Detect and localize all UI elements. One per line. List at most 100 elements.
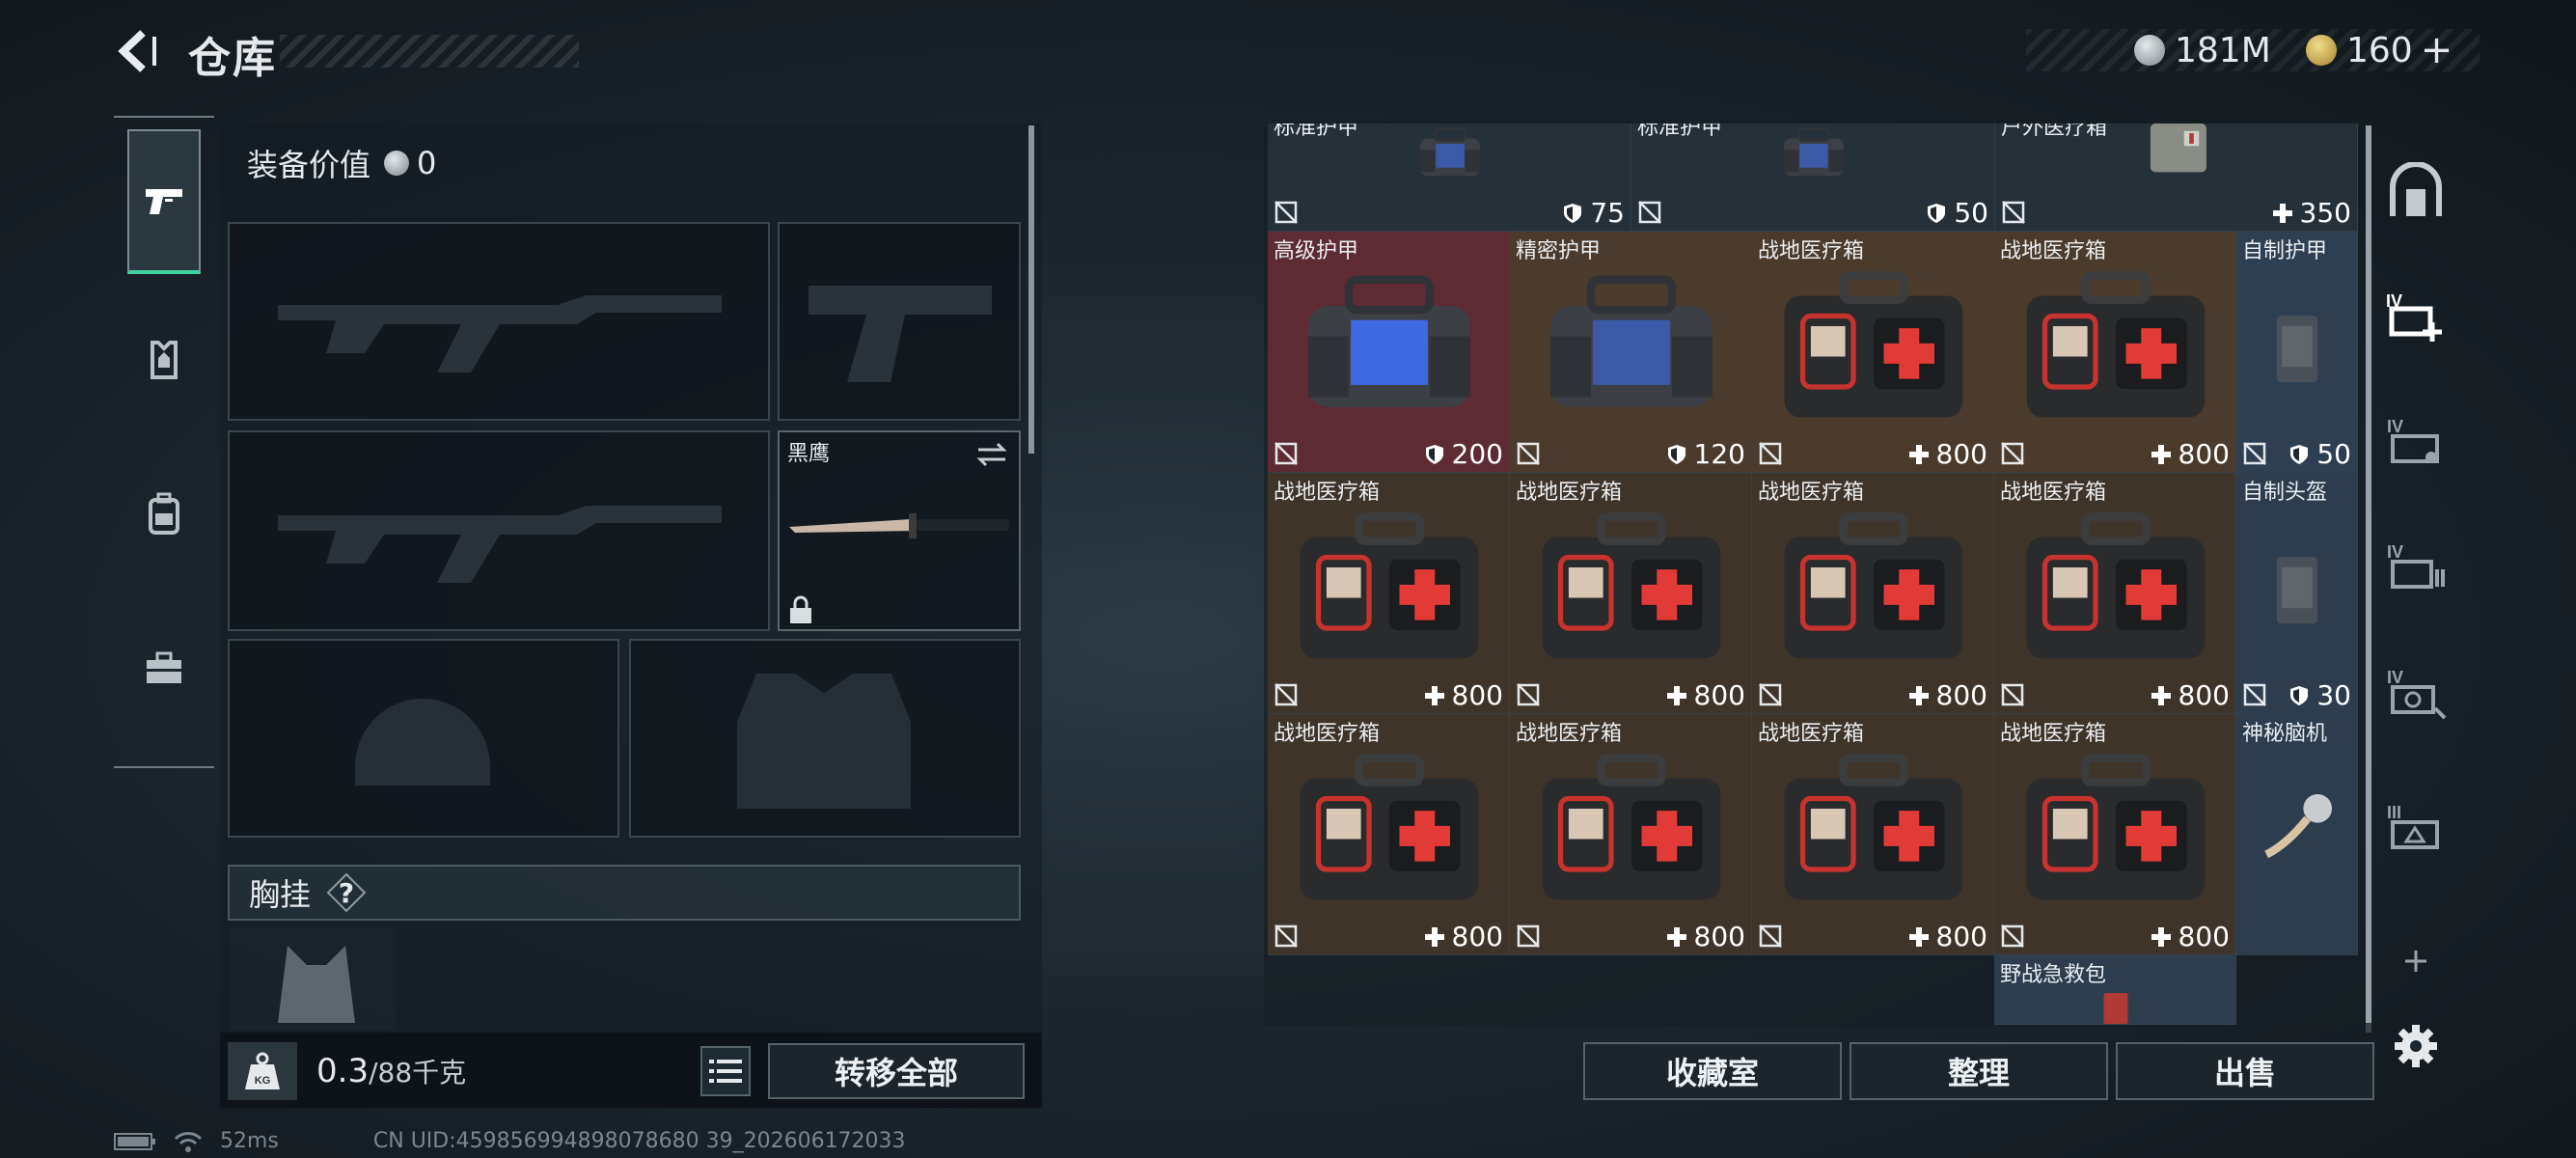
plus-icon	[1908, 685, 1929, 705]
item-name: 战地医疗箱	[1516, 481, 1623, 505]
gold-currency[interactable]: 160 +	[2306, 28, 2453, 72]
field-aid-bag-icon	[2103, 993, 2127, 1024]
first-aid-kit-icon	[2026, 512, 2205, 659]
plus-icon	[2151, 926, 2171, 947]
carry-weight-current: 0.3	[316, 1052, 370, 1090]
item-name: 野战急救包	[2000, 963, 2107, 987]
untradeable-icon	[2001, 683, 2024, 706]
shield-icon	[2290, 685, 2309, 705]
storage-item-cell[interactable]: 野战急救包	[1994, 955, 2236, 1025]
settings-button[interactable]	[2379, 1009, 2453, 1083]
plus-icon	[1424, 685, 1444, 705]
armor-slot[interactable]	[629, 639, 1021, 838]
sidearm-slot[interactable]	[778, 222, 1021, 421]
storage-item-cell[interactable]: 战地医疗箱 800	[1994, 473, 2236, 714]
helmet-slot[interactable]	[228, 639, 619, 838]
untradeable-icon	[2001, 442, 2024, 465]
storage-tab-tier-iv-2[interactable]: IV	[2379, 531, 2453, 604]
shield-icon	[1425, 444, 1443, 464]
storage-item-cell[interactable]: 神秘脑机	[2236, 714, 2358, 955]
rifle-silhouette-icon	[278, 295, 722, 372]
armor-silhouette-icon	[737, 674, 911, 809]
chest-rig-header: 胸挂 ?	[228, 865, 1021, 921]
lock-icon	[790, 595, 811, 623]
sort-button[interactable]: 整理	[1850, 1042, 2108, 1100]
item-stat: 30	[2288, 679, 2351, 711]
silver-currency[interactable]: 181M	[2134, 29, 2271, 71]
item-stat: 350	[2271, 197, 2351, 229]
battery-icon	[114, 1132, 155, 1150]
add-icon	[2405, 951, 2426, 972]
item-stat: 800	[1907, 921, 1987, 952]
sell-button[interactable]: 出售	[2116, 1042, 2374, 1100]
melee-slot[interactable]: 黑鹰	[778, 430, 1021, 631]
item-name: 神秘脑机	[2242, 722, 2328, 746]
page-title: 仓库	[188, 34, 277, 83]
shield-icon	[1564, 203, 1582, 223]
storage-tab-add[interactable]: IV	[2379, 280, 2453, 353]
primary-weapon-slot[interactable]	[228, 222, 770, 421]
tab-armor[interactable]	[127, 288, 201, 432]
storage-tab-tier-iv-1[interactable]: IV	[2379, 405, 2453, 479]
plus-icon	[2151, 685, 2171, 705]
tab-toolbox[interactable]	[127, 596, 201, 741]
storage-item-cell[interactable]: 自制护甲 50	[2236, 232, 2358, 473]
chest-rig-slot[interactable]	[230, 926, 396, 1031]
plus-icon	[1908, 444, 1929, 464]
storage-item-cell[interactable]: 战地医疗箱 800	[1510, 473, 1752, 714]
silver-coin-icon	[384, 151, 410, 176]
storage-item-cell[interactable]: 战地医疗箱 800	[1268, 714, 1510, 955]
storage-item-cell[interactable]: 战地医疗箱 800	[1752, 232, 1994, 473]
back-button[interactable]	[114, 27, 162, 75]
add-storage-tab-button[interactable]	[2379, 924, 2453, 998]
untradeable-icon	[1517, 683, 1540, 706]
secondary-weapon-slot[interactable]	[228, 430, 770, 631]
item-stat: 200	[1423, 438, 1503, 470]
list-view-button[interactable]	[700, 1046, 751, 1096]
plus-icon	[1666, 685, 1686, 705]
storage-item-cell[interactable]: 标准护甲 50	[1631, 124, 1995, 232]
outdoor-medkit-icon	[2150, 124, 2206, 173]
storage-item-cell[interactable]: 战地医疗箱 800	[1752, 473, 1994, 714]
storage-item-cell[interactable]: 自制头盔 30	[2236, 473, 2358, 714]
svg-text:IV: IV	[2387, 417, 2403, 436]
storage-item-cell[interactable]: 标准护甲 75	[1268, 124, 1631, 232]
add-gold-button[interactable]: +	[2421, 28, 2453, 72]
item-stat: 800	[1423, 679, 1503, 711]
item-stat: 120	[1665, 438, 1745, 470]
help-icon[interactable]: ?	[326, 872, 367, 913]
untradeable-icon	[1274, 683, 1298, 706]
storage-item-cell[interactable]: 户外医疗箱 350	[1995, 124, 2358, 232]
storage-item-cell[interactable]: 高级护甲 200	[1268, 232, 1510, 473]
item-name: 战地医疗箱	[1274, 722, 1381, 746]
storage-item-cell[interactable]: 战地医疗箱 800	[1510, 714, 1752, 955]
equipment-scrollbar[interactable]	[1028, 125, 1034, 454]
item-name: 战地医疗箱	[2000, 481, 2107, 505]
title-decoration	[280, 35, 579, 68]
silver-amount: 181M	[2175, 30, 2271, 70]
uid-text: CN UID:459856994898078680 39_20260617203…	[372, 1129, 906, 1153]
storage-item-cell[interactable]: 战地医疗箱 800	[1994, 232, 2236, 473]
vault-button[interactable]: 收藏室	[1583, 1042, 1842, 1100]
storage-item-cell[interactable]: 精密护甲 120	[1510, 232, 1752, 473]
transfer-all-button[interactable]: 转移全部	[768, 1043, 1025, 1099]
storage-item-cell[interactable]: 战地医疗箱 800	[1994, 714, 2236, 955]
item-stat: 800	[2150, 438, 2230, 470]
tab-weapons[interactable]	[127, 129, 201, 274]
svg-text:KG: KG	[255, 1075, 271, 1087]
equipment-tab-rail	[114, 116, 214, 768]
storage-item-cell[interactable]: 战地医疗箱 800	[1268, 473, 1510, 714]
untradeable-icon	[1274, 201, 1298, 224]
storage-item-cell[interactable]: 战地医疗箱 800	[1752, 714, 1994, 955]
storage-tab-tier-iv-3[interactable]: IV	[2379, 656, 2453, 730]
item-stat: 800	[2150, 921, 2230, 952]
gold-coin-icon	[2306, 35, 2337, 66]
storage-tab-tier-iii[interactable]: III	[2379, 791, 2453, 865]
untradeable-icon	[2243, 442, 2266, 465]
tab-backpack[interactable]	[127, 442, 201, 587]
storage-iv-1-icon: IV	[2387, 417, 2439, 463]
untradeable-icon	[1274, 924, 1298, 948]
untradeable-icon	[2002, 201, 2025, 224]
storage-tab-vault[interactable]	[2379, 154, 2453, 228]
swap-icon[interactable]	[974, 440, 1009, 469]
